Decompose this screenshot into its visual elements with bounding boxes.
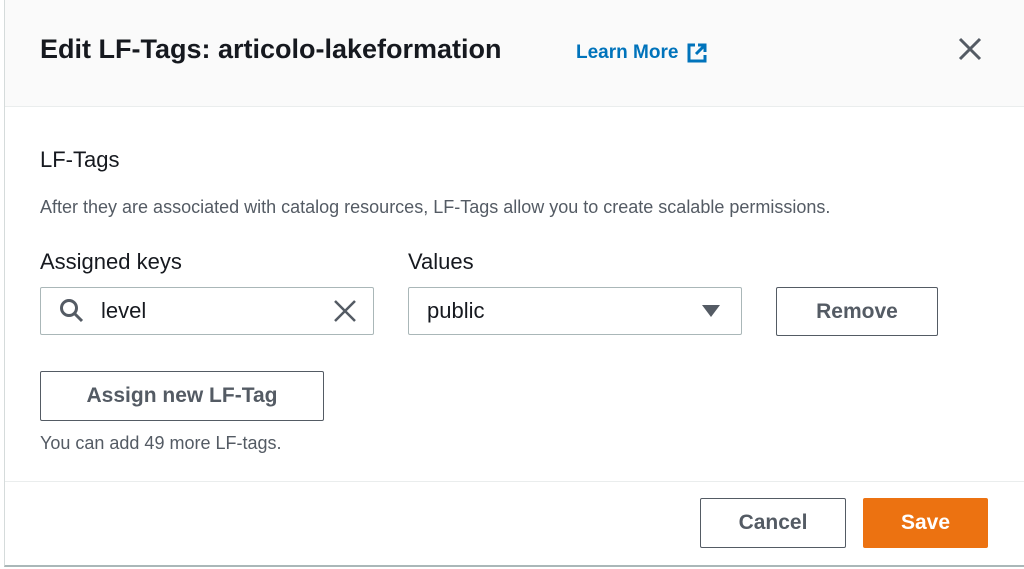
assigned-keys-label: Assigned keys [40, 249, 182, 274]
value-selected: public [427, 298, 485, 323]
key-search-input[interactable]: level [40, 287, 374, 335]
dialog-title: Edit LF-Tags: articolo-lakeformation [40, 34, 502, 64]
caret-down-icon [702, 305, 720, 317]
values-label: Values [408, 249, 474, 274]
edit-lf-tags-dialog: Edit LF-Tags: articolo-lakeformation Lea… [4, 0, 1024, 567]
learn-more-link[interactable]: Learn More [576, 42, 708, 64]
key-value: level [101, 298, 147, 323]
cancel-button[interactable]: Cancel [700, 498, 846, 548]
section-title: LF-Tags [40, 147, 120, 172]
close-icon[interactable] [955, 34, 985, 64]
assign-new-lf-tag-button[interactable]: Assign new LF-Tag [40, 371, 324, 421]
remaining-tags-hint: You can add 49 more LF-tags. [40, 433, 282, 453]
learn-more-label: Learn More [576, 42, 679, 63]
external-link-icon [687, 43, 707, 63]
search-icon [60, 299, 84, 323]
dialog-header: Edit LF-Tags: articolo-lakeformation Lea… [5, 0, 1024, 107]
values-select[interactable]: public [408, 287, 742, 335]
footer-divider [5, 481, 1024, 482]
section-description: After they are associated with catalog r… [40, 197, 831, 217]
save-button[interactable]: Save [863, 498, 988, 548]
clear-icon[interactable] [333, 299, 357, 323]
remove-button[interactable]: Remove [776, 287, 938, 336]
